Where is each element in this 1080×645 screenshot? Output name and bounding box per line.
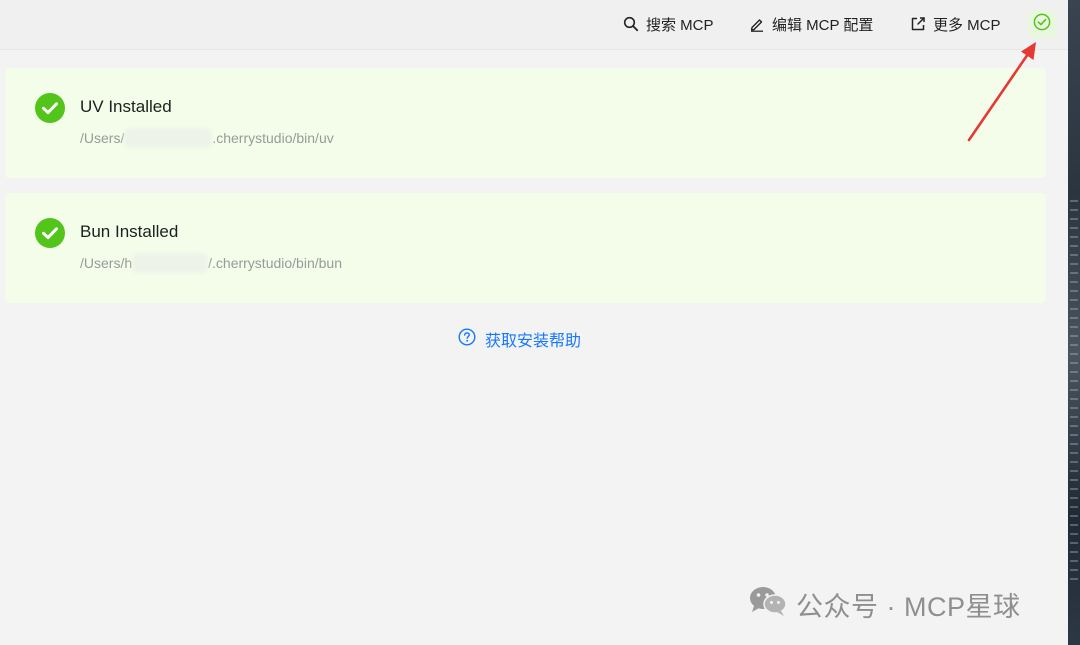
path-prefix: /Users/ [80,130,125,146]
wechat-icon [748,584,788,625]
redacted-username [132,253,209,273]
app-window: 搜索 MCP 编辑 MCP 配置 更多 MCP UV Installed /Us… [0,0,1068,645]
more-mcp-button[interactable]: 更多 MCP [910,13,1001,35]
pencil-icon [749,16,765,32]
edit-mcp-config-button[interactable]: 编辑 MCP 配置 [749,13,873,35]
check-circle-icon [1033,13,1051,36]
search-mcp-label: 搜索 MCP [646,16,714,34]
bun-install-path: /Users/h /.cherrystudio/bin/bun [80,253,342,273]
bun-status-card: Bun Installed /Users/h /.cherrystudio/bi… [5,193,1046,303]
environment-status-button[interactable] [1027,10,1057,38]
uv-status-title: UV Installed [80,97,172,116]
search-icon [623,16,639,32]
uv-status-card: UV Installed /Users/ .cherrystudio/bin/u… [5,68,1046,178]
bun-status-title: Bun Installed [80,222,179,241]
search-mcp-button[interactable]: 搜索 MCP [623,13,714,35]
check-circle-icon [35,218,65,248]
installation-help-link[interactable]: 获取安装帮助 [458,327,581,351]
watermark: 公众号 · MCP星球 [748,584,1021,625]
toolbar: 搜索 MCP 编辑 MCP 配置 更多 MCP [0,0,1068,50]
installation-help-label: 获取安装帮助 [485,333,582,350]
question-circle-icon [458,327,476,351]
check-circle-icon [35,93,65,123]
redacted-username [124,128,213,148]
path-suffix: /.cherrystudio/bin/bun [208,255,342,271]
uv-install-path: /Users/ .cherrystudio/bin/uv [80,128,334,148]
path-prefix: /Users/h [80,255,133,271]
desktop-background [1068,0,1080,645]
edit-mcp-config-label: 编辑 MCP 配置 [772,16,874,34]
watermark-text: 公众号 · MCP星球 [796,592,1021,622]
more-mcp-label: 更多 MCP [933,16,1001,34]
path-suffix: .cherrystudio/bin/uv [212,130,334,146]
external-link-icon [910,16,926,32]
